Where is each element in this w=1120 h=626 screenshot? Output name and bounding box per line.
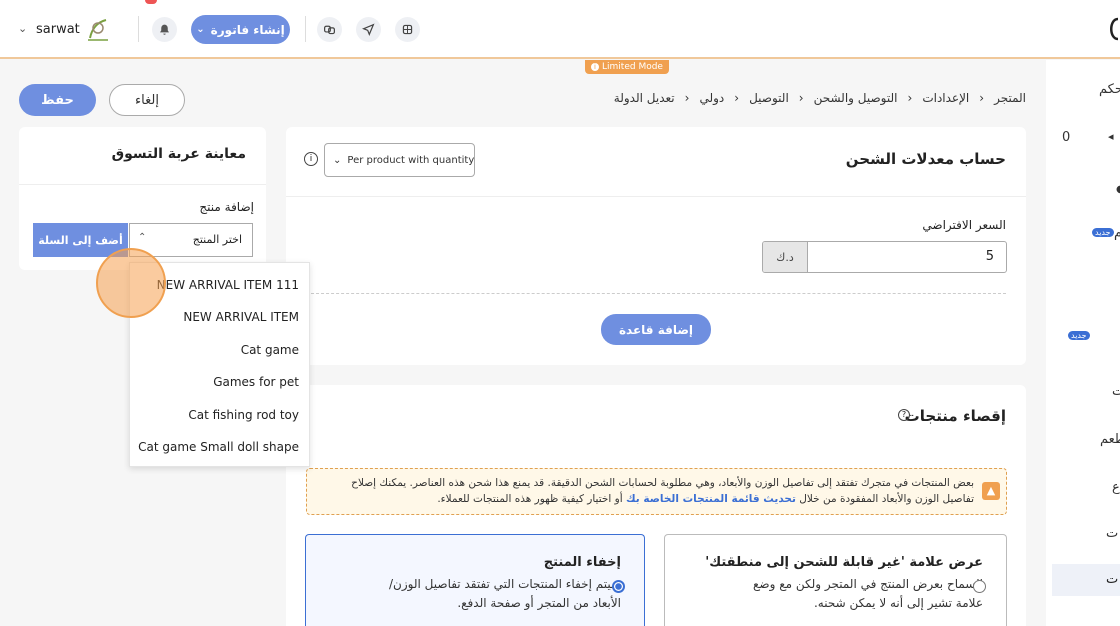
divider [306,293,1006,294]
breadcrumb-item[interactable]: المتجر [994,91,1026,105]
breadcrumb-current: تعديل الدولة [613,91,675,105]
calc-method-select[interactable]: ⌄ Per product with quantity [324,143,475,177]
sidebar-item-label[interactable]: طعم [1100,432,1120,447]
chevron-down-icon: ⌄ [196,24,205,35]
card-title: حساب معدلات الشحن [845,150,1006,168]
default-price-input[interactable]: د.ك 5 [762,241,1007,273]
breadcrumb-item[interactable]: دولي [699,91,724,105]
sidebar-item-icon[interactable]: ع [1112,480,1120,495]
product-exclusion-card: إقصاء منتجات ? ▲ بعض المنتجات في متجرك ت… [286,385,1026,626]
grid-icon[interactable] [395,17,420,42]
divider [138,16,139,42]
app-logo[interactable] [1106,16,1120,42]
update-products-link[interactable]: تحديث قائمة المنتجات الخاصة بك [626,493,796,505]
chevron-up-icon: ⌃ [138,232,147,243]
option-title: عرض علامة 'غير قابلة للشحن إلى منطقتك' [705,555,983,570]
cart-preview-card: معاينة عربة التسوق إضافة منتج أضف إلى ال… [19,127,266,270]
dropdown-option[interactable]: Cat game Small doll shape [130,431,309,463]
radio-hide-product[interactable] [612,580,625,593]
card-title: معاينة عربة التسوق [111,146,246,162]
sidebar-item-icon[interactable]: م [1114,226,1120,241]
create-invoice-label: إنشاء فاتورة [210,22,285,37]
chevron-left-icon: ‹ [734,91,740,105]
sidebar-item-label[interactable]: حكم [1099,82,1120,97]
sidebar: حكم 0 ◂ ● جديد م جديد ت طعم ع ت ت [1046,60,1120,626]
dropdown-option[interactable]: Cat game [130,334,309,366]
default-price-label: السعر الافتراضي [922,218,1006,232]
breadcrumb-item[interactable]: التوصيل [749,91,789,105]
warning-text: بعض المنتجات في متجرك تفتقد إلى تفاصيل ا… [334,475,974,507]
top-bar: ⌄ sarwat ⌄ إنشاء فاتورة [0,0,1120,59]
dropdown-option[interactable]: Cat fishing rod toy [130,399,309,431]
price-value: 5 [985,249,994,264]
chevron-down-icon: ⌄ [333,154,342,166]
info-icon: i [591,63,600,71]
send-icon[interactable] [356,17,381,42]
chevron-left-icon: ‹ [979,91,985,105]
breadcrumb-item[interactable]: التوصيل والشحن [814,91,898,105]
sidebar-item-label[interactable]: ت [1106,526,1118,541]
divider [19,184,266,185]
sidebar-item-active[interactable]: ت [1052,564,1120,596]
option-hide-product[interactable]: إخفاء المنتج سيتم إخفاء المنتجات التي تف… [305,534,645,626]
add-product-label: إضافة منتج [199,200,254,214]
new-badge: جديد [1092,228,1114,237]
missing-details-warning: ▲ بعض المنتجات في متجرك تفتقد إلى تفاصيل… [306,468,1007,515]
warning-tail: أو اختيار كيفية ظهور هذه المنتجات للعملا… [437,493,623,505]
chevron-left-icon: ‹ [684,91,690,105]
card-title: إقصاء منتجات [904,407,1006,425]
chevron-left-icon: ‹ [798,91,804,105]
radio-show-label[interactable] [973,580,986,593]
add-rule-button[interactable]: إضافة قاعدة [601,314,711,345]
help-icon[interactable]: ? [898,409,910,421]
sidebar-item-icon[interactable]: ● [1116,184,1120,195]
info-icon[interactable]: i [304,152,318,166]
option-title: إخفاء المنتج [543,555,621,570]
limited-mode-badge: i Limited Mode [585,60,669,74]
create-invoice-button[interactable]: ⌄ إنشاء فاتورة [191,15,290,44]
product-select-placeholder: اختر المنتج [192,233,242,246]
warning-icon: ▲ [982,482,1000,500]
divider [305,16,306,42]
currency-suffix: د.ك [763,242,808,272]
sidebar-item-label: ت [1106,572,1119,587]
sidebar-item-label[interactable]: ت [1112,384,1120,399]
user-name[interactable]: sarwat [36,22,80,37]
option-show-not-shippable[interactable]: عرض علامة 'غير قابلة للشحن إلى منطقتك' ا… [664,534,1007,626]
sidebar-item-count: 0 [1062,130,1071,145]
click-indicator [96,248,166,318]
sidebar-item-icon[interactable]: ◂ [1108,130,1114,143]
store-logo [84,14,112,44]
option-description: السماح بعرض المنتج في المتجر ولكن مع وضع… [753,577,983,610]
notification-dot [145,0,157,4]
limited-mode-label: Limited Mode [602,62,663,72]
chevron-down-icon[interactable]: ⌄ [18,22,27,35]
breadcrumb-item[interactable]: الإعدادات [922,91,969,105]
dropdown-option[interactable]: Games for pet [130,366,309,398]
link-icon[interactable] [317,17,342,42]
chevron-left-icon: ‹ [907,91,913,105]
divider [286,196,1026,197]
option-description: سيتم إخفاء المنتجات التي تفتقد تفاصيل ال… [389,577,621,610]
cancel-button[interactable]: إلغاء [109,84,185,116]
save-button[interactable]: حفظ [19,84,96,116]
shipping-rates-card: حساب معدلات الشحن ⌄ Per product with qua… [286,127,1026,365]
bell-icon[interactable] [152,17,177,42]
breadcrumb: المتجر ‹ الإعدادات ‹ التوصيل والشحن ‹ التوص… [614,91,1026,105]
new-badge: جديد [1068,331,1090,340]
calc-method-value: Per product with quantity [347,154,475,166]
